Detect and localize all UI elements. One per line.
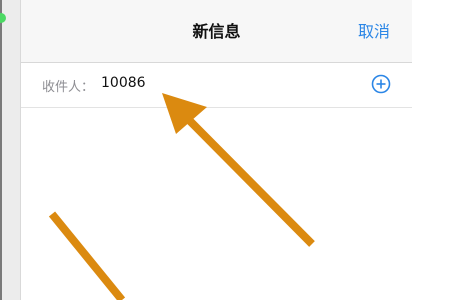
plus-circle-icon — [371, 74, 391, 94]
window-control-dot — [0, 13, 6, 23]
right-window-strip — [412, 0, 450, 300]
recipient-input[interactable]: 10086 — [101, 75, 146, 91]
left-window-strip — [0, 0, 21, 300]
recipient-label: 收件人： — [42, 80, 95, 95]
left-window-edge — [0, 0, 2, 300]
message-screen: 新信息 取消 收件人： 10086 — [0, 0, 450, 300]
cancel-button[interactable]: 取消 — [358, 18, 390, 42]
page-title: 新信息 — [192, 22, 241, 41]
arrow-line-secondary — [48, 211, 126, 300]
navigation-bar: 新信息 取消 — [21, 0, 412, 63]
recipient-field[interactable]: 收件人： 10086 — [21, 63, 412, 108]
arrow-shaft — [185, 116, 315, 247]
add-contact-button[interactable] — [371, 74, 391, 94]
